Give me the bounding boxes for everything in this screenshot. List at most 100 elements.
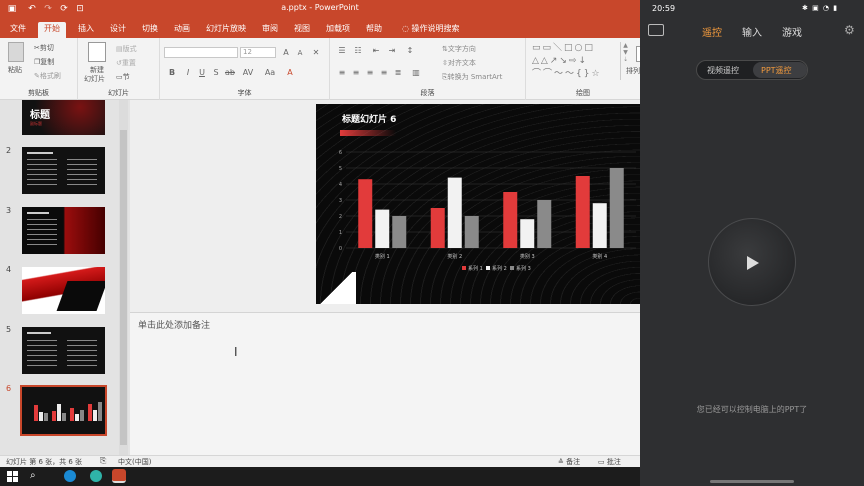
tab-design[interactable]: 设计	[104, 22, 132, 38]
slide-number: 4	[6, 265, 12, 274]
tab-animations[interactable]: 动画	[168, 22, 196, 38]
align-right-icon[interactable]: ≡	[364, 68, 376, 78]
tab-review[interactable]: 审阅	[256, 22, 284, 38]
thumbnail-subtitle: 副标题	[30, 121, 42, 126]
copy-button[interactable]: ❐复制	[34, 57, 54, 67]
settings-icon[interactable]: ⚙	[844, 23, 855, 37]
tab-remote[interactable]: 遥控	[702, 24, 722, 39]
y-tick-label: 4	[339, 182, 342, 188]
convert-smartart-button[interactable]: ⎘转换为 SmartArt	[442, 72, 502, 82]
font-color-button[interactable]: A	[284, 68, 296, 78]
justify-icon[interactable]: ≡	[378, 68, 390, 78]
y-tick-label: 1	[339, 230, 342, 236]
home-indicator[interactable]	[710, 480, 794, 483]
slide-thumbnail-2[interactable]	[22, 147, 105, 194]
play-icon	[747, 256, 759, 270]
strikethrough-button[interactable]: ab	[224, 68, 236, 78]
legend-swatch	[462, 266, 466, 270]
new-slide-icon[interactable]	[88, 42, 106, 62]
thumbnail-scrollbar[interactable]	[119, 100, 128, 455]
change-case-button[interactable]: Aa	[264, 68, 276, 78]
tab-file[interactable]: 文件	[4, 22, 32, 38]
edge-browser-icon[interactable]	[64, 470, 76, 482]
bar-2-1	[375, 209, 390, 248]
group-label: 段落	[420, 89, 435, 97]
align-left-icon[interactable]: ≡	[336, 68, 348, 78]
format-painter-button[interactable]: ✎格式刷	[34, 71, 61, 81]
grow-font-icon[interactable]: A	[280, 48, 292, 58]
paste-icon[interactable]	[8, 42, 24, 62]
notes-pane[interactable]: 单击此处添加备注 I	[130, 312, 640, 455]
tab-input[interactable]: 输入	[742, 24, 762, 39]
font-size-dropdown[interactable]: 12	[240, 47, 276, 58]
slide-thumbnail-1[interactable]: 标题 副标题	[22, 100, 105, 135]
x-tick-label: 类别 4	[592, 253, 607, 260]
edge-dev-icon[interactable]	[90, 470, 102, 482]
group-label: 绘图	[576, 89, 590, 97]
language-indicator[interactable]: 中文(中国)	[118, 457, 151, 467]
tab-view[interactable]: 视图	[288, 22, 316, 38]
clear-format-icon[interactable]: ✕	[310, 48, 322, 58]
tab-slideshow[interactable]: 幻灯片放映	[200, 22, 252, 38]
tab-home[interactable]: 开始	[38, 22, 66, 38]
bar-2-4	[592, 203, 607, 248]
screen-cast-icon[interactable]	[648, 24, 664, 36]
bullets-icon[interactable]: ☰	[336, 46, 348, 56]
tab-insert[interactable]: 插入	[72, 22, 100, 38]
shapes-gallery[interactable]: ▭▭＼□○□ △△↗↘⇨↓ ⌒⌒〜〜{}☆	[532, 42, 616, 82]
slide-thumbnail-4[interactable]	[22, 267, 105, 314]
decrease-indent-icon[interactable]: ⇤	[370, 46, 382, 56]
align-text-button[interactable]: ⇳对齐文本	[442, 58, 476, 68]
tab-addins[interactable]: 加载项	[320, 22, 356, 38]
slide-thumbnail-3[interactable]	[22, 207, 105, 254]
tab-help[interactable]: 帮助	[360, 22, 388, 38]
increase-indent-icon[interactable]: ⇥	[386, 46, 398, 56]
current-slide[interactable]: 标题幻灯片 6 0 1 2 3 4 5 6 类别 1 类别 2 类别 3 类别 4 系列 1 系列 2系…	[316, 104, 640, 304]
bar-1-3	[503, 192, 518, 248]
x-tick-label: 类别 1	[375, 253, 390, 260]
text-direction-button[interactable]: ⇅文字方向	[442, 44, 476, 54]
notes-toggle[interactable]: ≙ 备注	[558, 457, 580, 467]
slide-thumbnail-6[interactable]	[20, 385, 107, 436]
shadow-button[interactable]: S	[210, 68, 222, 78]
ribbon-tabs: 文件 开始 插入 设计 切换 动画 幻灯片放映 审阅 视图 加载项 帮助 ◌ 操…	[0, 18, 640, 38]
group-drawing: ▭▭＼□○□ △△↗↘⇨↓ ⌒⌒〜〜{}☆ ▲ ▼ ⇣ 排列 绘图	[526, 38, 640, 100]
align-center-icon[interactable]: ≡	[350, 68, 362, 78]
numbering-icon[interactable]: ☷	[352, 46, 364, 56]
section-button[interactable]: ▭节	[116, 72, 130, 82]
distributed-icon[interactable]: ≣	[392, 68, 404, 78]
search-icon[interactable]: ⌕	[30, 470, 36, 481]
reset-button[interactable]: ↺重置	[116, 58, 136, 68]
title-bar: ▣ ↶ ↷ ⟳ ⊡ a.pptx - PowerPoint	[0, 0, 640, 18]
bar-1-2	[430, 208, 445, 248]
slide-thumbnail-pane: 标题 副标题 2 3 4 5 6	[0, 100, 130, 455]
underline-button[interactable]: U	[196, 68, 208, 78]
play-button[interactable]	[708, 218, 796, 306]
bar-2-3	[520, 219, 535, 248]
bold-button[interactable]: B	[166, 68, 178, 78]
line-spacing-icon[interactable]: ↕	[404, 46, 416, 56]
slide-thumbnail-5[interactable]	[22, 327, 105, 374]
tab-transitions[interactable]: 切换	[136, 22, 164, 38]
powerpoint-taskbar-icon[interactable]	[112, 469, 126, 483]
status-message: 您已经可以控制电脑上的PPT了	[696, 405, 808, 414]
cut-button[interactable]: ✂剪切	[34, 43, 54, 53]
arrange-button[interactable]: 排列	[626, 66, 640, 76]
spell-check-icon[interactable]: ⎘	[100, 456, 106, 466]
font-family-dropdown[interactable]	[164, 47, 238, 58]
scrollbar-thumb[interactable]	[120, 130, 127, 445]
paste-button[interactable]: 粘贴	[8, 65, 22, 75]
bar-3-2	[464, 216, 479, 248]
windows-start-icon[interactable]	[7, 471, 18, 482]
italic-button[interactable]: I	[182, 68, 194, 78]
notes-placeholder[interactable]: 单击此处添加备注	[138, 318, 210, 331]
tell-me-search[interactable]: ◌ 操作说明搜索	[396, 22, 466, 38]
tab-games[interactable]: 游戏	[782, 24, 802, 39]
layout-button[interactable]: ▤版式	[116, 44, 137, 54]
char-spacing-button[interactable]: AV	[242, 68, 254, 78]
segment-ppt-remote[interactable]: PPT遥控	[761, 65, 792, 76]
comments-toggle[interactable]: ▭ 批注	[598, 457, 621, 467]
shrink-font-icon[interactable]: A	[294, 48, 306, 58]
segment-video-remote[interactable]: 视频遥控	[707, 65, 739, 76]
columns-icon[interactable]: ▥	[410, 68, 422, 78]
